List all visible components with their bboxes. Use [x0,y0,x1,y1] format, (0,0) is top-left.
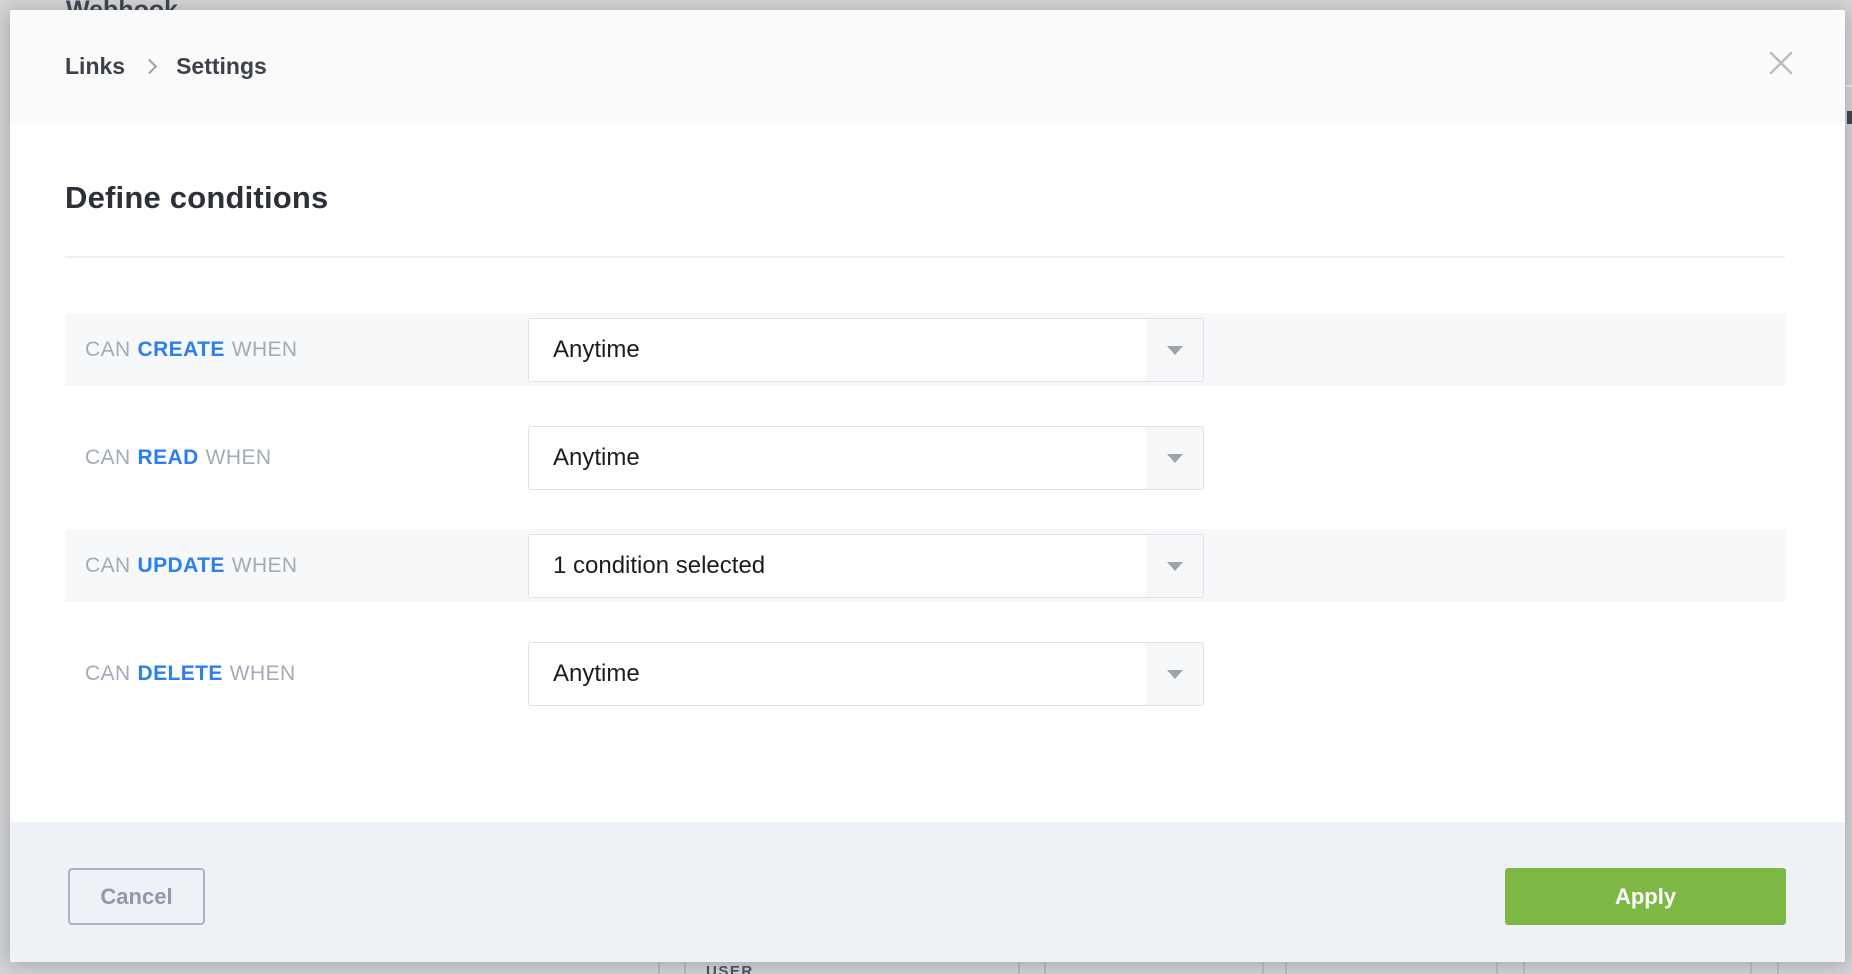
can-delete-when-dropdown[interactable]: Anytime [528,642,1204,706]
background-table-header-user: USER [706,963,754,974]
dropdown-arrow-box [1146,319,1203,381]
label-prefix: CAN [85,662,131,686]
can-update-when-dropdown[interactable]: 1 condition selected [528,534,1204,598]
label-suffix: WHEN [232,338,298,362]
dropdown-value: Anytime [553,427,640,489]
chevron-down-icon [1167,346,1183,355]
background-page-top: Webhook [0,0,1852,10]
chevron-down-icon [1167,670,1183,679]
background-page-title-fragment: Webhook [66,0,178,10]
table-column-divider [1018,962,1020,974]
dropdown-arrow-box [1146,643,1203,705]
table-column-divider [1285,962,1287,974]
permission-label: CAN DELETE WHEN [85,637,296,711]
permission-row-update: CAN UPDATE WHEN 1 condition selected [65,529,1785,603]
table-column-divider [1750,962,1752,974]
close-button[interactable] [1765,48,1797,80]
section-divider [65,256,1785,258]
dropdown-value: Anytime [553,643,640,705]
table-column-divider [684,962,686,974]
label-prefix: CAN [85,338,131,362]
dropdown-value: 1 condition selected [553,535,765,597]
label-action: CREATE [138,338,225,362]
chevron-down-icon [1167,454,1183,463]
dropdown-value: Anytime [553,319,640,381]
background-divider-fragment [1846,85,1852,87]
table-column-divider [1777,962,1779,974]
can-create-when-dropdown[interactable]: Anytime [528,318,1204,382]
label-suffix: WHEN [232,554,298,578]
modal-header: Links Settings [10,10,1845,123]
label-suffix: WHEN [206,446,272,470]
permission-row-read: CAN READ WHEN Anytime [65,421,1785,495]
label-suffix: WHEN [230,662,296,686]
label-prefix: CAN [85,554,131,578]
breadcrumb-chevron-icon [142,59,158,75]
label-action: UPDATE [138,554,225,578]
permission-label: CAN CREATE WHEN [85,313,298,387]
permission-row-delete: CAN DELETE WHEN Anytime [65,637,1785,711]
table-column-divider [658,962,660,974]
settings-modal: Links Settings Define conditions CAN CRE… [10,10,1845,962]
chevron-down-icon [1167,562,1183,571]
apply-button[interactable]: Apply [1505,868,1786,925]
table-column-divider [1496,962,1498,974]
table-column-divider [1523,962,1525,974]
table-column-divider [1262,962,1264,974]
permission-row-create: CAN CREATE WHEN Anytime [65,313,1785,387]
cancel-button[interactable]: Cancel [68,868,205,925]
background-table-strip: USER [0,962,1852,974]
can-read-when-dropdown[interactable]: Anytime [528,426,1204,490]
background-text-fragment [1847,111,1852,124]
table-column-divider [1044,962,1046,974]
label-prefix: CAN [85,446,131,470]
label-action: DELETE [138,662,223,686]
close-icon [1768,50,1794,76]
breadcrumb-item-settings: Settings [176,53,267,80]
page-title: Define conditions [65,180,328,216]
dropdown-arrow-box [1146,535,1203,597]
permission-label: CAN READ WHEN [85,421,271,495]
permission-label: CAN UPDATE WHEN [85,529,298,603]
label-action: READ [138,446,199,470]
dropdown-arrow-box [1146,427,1203,489]
breadcrumb-item-links[interactable]: Links [65,53,125,80]
modal-footer: Cancel Apply [10,822,1845,962]
